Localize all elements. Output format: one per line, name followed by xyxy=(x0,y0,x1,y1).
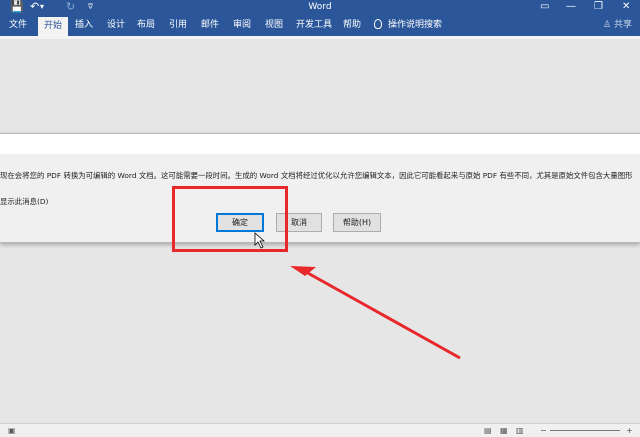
tab-help[interactable]: 帮助 xyxy=(340,14,364,36)
ribbon-collapsed-bar xyxy=(0,36,640,39)
ribbon-display-options-icon[interactable]: ▭ xyxy=(540,0,549,14)
tell-me-search[interactable]: 操作说明搜索 xyxy=(388,14,446,36)
ribbon-tabs: 文件 开始 插入 设计 布局 引用 邮件 审阅 视图 开发工具 帮助 操作说明搜… xyxy=(0,14,640,36)
help-button[interactable]: 帮助(H) xyxy=(333,213,381,232)
restore-button[interactable]: ❐ xyxy=(594,0,603,14)
zoom-out-icon[interactable]: − xyxy=(540,426,547,435)
proofing-icon[interactable]: ▣ xyxy=(8,426,16,435)
dont-show-again-checkbox-label[interactable]: 显示此消息(D) xyxy=(0,196,48,207)
minimize-button[interactable]: — xyxy=(566,0,576,14)
tab-file[interactable]: 文件 xyxy=(4,14,32,36)
zoom-in-icon[interactable]: + xyxy=(626,426,633,435)
tab-view[interactable]: 视图 xyxy=(262,14,286,36)
zoom-slider[interactable] xyxy=(550,430,620,431)
tab-home[interactable]: 开始 xyxy=(38,17,68,36)
dialog-message: 现在会将您的 PDF 转换为可编辑的 Word 文档。这可能需要一段时间。生成的… xyxy=(0,171,633,180)
tab-insert[interactable]: 插入 xyxy=(72,14,96,36)
arrow-shaft xyxy=(305,270,461,360)
tab-design[interactable]: 设计 xyxy=(104,14,128,36)
convert-pdf-dialog: 现在会将您的 PDF 转换为可编辑的 Word 文档。这可能需要一段时间。生成的… xyxy=(0,133,640,243)
title-bar: 💾 ↶ ▾ ↻ ⩢ Word ▭ — ❐ ✕ xyxy=(0,0,640,14)
close-button[interactable]: ✕ xyxy=(622,0,630,14)
dialog-header-area xyxy=(0,134,640,154)
highlight-box xyxy=(172,186,288,252)
arrow-head xyxy=(290,266,316,276)
tab-developer[interactable]: 开发工具 xyxy=(292,14,336,36)
tab-mailings[interactable]: 邮件 xyxy=(198,14,222,36)
tab-references[interactable]: 引用 xyxy=(166,14,190,36)
person-icon: ♙ xyxy=(603,20,612,30)
web-layout-icon[interactable]: ▥ xyxy=(516,426,524,435)
read-mode-icon[interactable]: ▤ xyxy=(484,426,492,435)
tab-review[interactable]: 审阅 xyxy=(230,14,254,36)
print-layout-icon[interactable]: ▦ xyxy=(500,426,508,435)
share-button[interactable]: ♙ 共享 xyxy=(603,14,632,36)
horizontal-scrollbar[interactable] xyxy=(0,411,640,420)
status-bar: ▣ ▤ ▦ ▥ − + xyxy=(0,423,640,437)
tab-layout[interactable]: 布局 xyxy=(134,14,158,36)
lightbulb-icon xyxy=(374,19,382,29)
share-label: 共享 xyxy=(613,20,632,30)
